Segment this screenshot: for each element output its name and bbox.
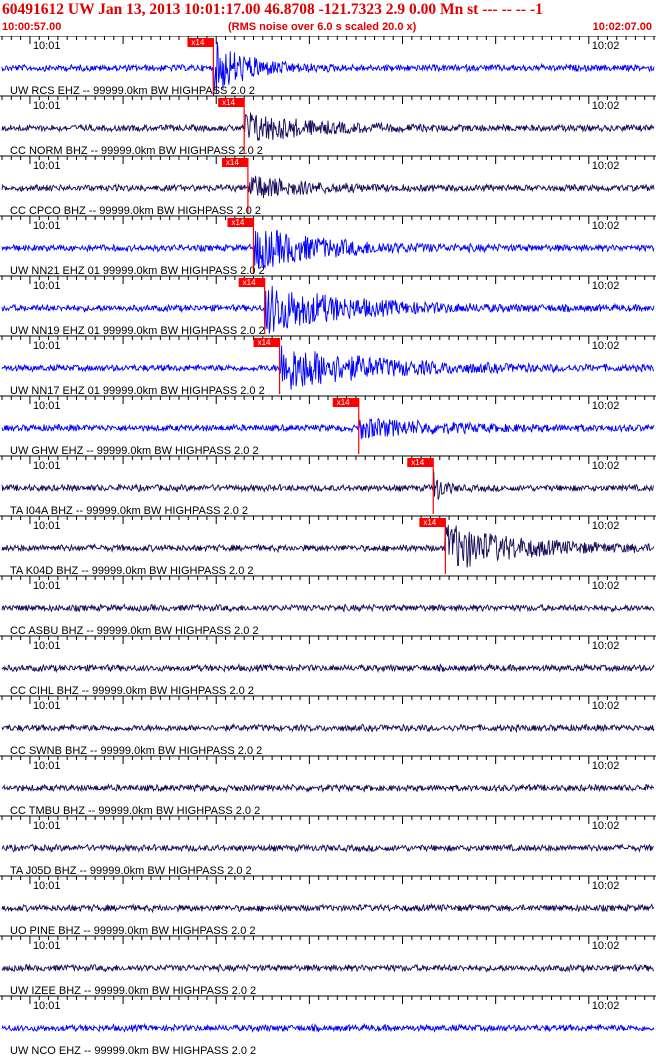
minute-label: 10:01	[33, 880, 61, 892]
minute-label: 10:01	[33, 220, 61, 232]
trace-panel: 10:01 10:02 x14 UW RCS EHZ -- 99999.0km BW …	[0, 35, 656, 97]
minute-label: 10:01	[33, 640, 61, 652]
trace-panel: 10:01 10:02 x14 CC NORM BHZ -- 99999.0km BW…	[0, 95, 656, 157]
waveform-line	[1, 963, 655, 974]
pick-label: x14	[258, 338, 271, 347]
minute-label: 10:02	[592, 460, 620, 472]
station-label: UO PINE BHZ -- 99999.0km BW HIGHPASS 2.0…	[10, 925, 256, 937]
station-label: TA J05D BHZ -- 99999.0km BW HIGHPASS 2.0…	[10, 865, 252, 877]
minute-label: 10:01	[33, 520, 61, 532]
minute-label: 10:02	[592, 940, 620, 952]
station-label: UW RCS EHZ -- 99999.0km BW HIGHPASS 2.0 …	[10, 85, 255, 97]
trace-panel: 10:01 10:02 UW IZEE BHZ -- 99999.0km BW HI…	[0, 935, 656, 997]
trace-panel: 10:01 10:02 x14 UW NN21 EHZ 01 99999.0km BW…	[0, 215, 656, 277]
start-time-label: 10:00:57.00	[2, 21, 62, 33]
trace-panel: 10:01 10:02 UO PINE BHZ -- 99999.0km BW HI…	[0, 875, 656, 937]
station-label: CC TMBU BHZ -- 99999.0km BW HIGHPASS 2.0…	[10, 805, 260, 817]
pick-label: x14	[191, 38, 204, 47]
station-label: UW NCO EHZ -- 99999.0km BW HIGHPASS 2.0 …	[10, 1045, 256, 1057]
minute-label: 10:02	[592, 340, 620, 352]
waveform-line	[1, 722, 655, 734]
waveform-line	[1, 902, 655, 914]
minute-label: 10:01	[33, 160, 61, 172]
minute-label: 10:01	[33, 1000, 61, 1012]
waveform-line	[1, 175, 655, 199]
minute-label: 10:01	[33, 460, 61, 472]
seismogram-plot: 10:01 10:02 x14 UW RCS EHZ -- 99999.0km BW …	[0, 35, 656, 1058]
pick-label: x14	[337, 398, 350, 407]
waveform-line	[1, 842, 654, 854]
station-label: TA K04D BHZ -- 99999.0km BW HIGHPASS 2.0…	[10, 565, 254, 577]
waveform-line	[1, 522, 655, 568]
waveform-line	[1, 662, 655, 674]
event-title: 60491612 UW Jan 13, 2013 10:01:17.00 46.…	[2, 1, 543, 18]
station-label: UW GHW EHZ -- 99999.0km BW HIGHPASS 2.0 …	[10, 445, 259, 457]
minute-label: 10:01	[33, 820, 61, 832]
trace-panel: 10:01 10:02 CC CIHL BHZ -- 99999.0km BW HI…	[0, 635, 656, 697]
trace-panel: 10:01 10:02 x14 TA K04D BHZ -- 99999.0km BW…	[0, 515, 656, 577]
minute-label: 10:02	[592, 580, 620, 592]
waveform-line	[1, 417, 655, 440]
pick-label: x14	[231, 218, 244, 227]
pick-label: x14	[243, 278, 256, 287]
waveform-line	[1, 471, 655, 500]
station-label: CC CPCO BHZ -- 99999.0km BW HIGHPASS 2.0…	[10, 205, 261, 217]
station-label: CC CIHL BHZ -- 99999.0km BW HIGHPASS 2.0…	[10, 685, 254, 697]
minute-label: 10:02	[592, 760, 620, 772]
station-label: CC SWNB BHZ -- 99999.0km BW HIGHPASS 2.0…	[10, 745, 262, 757]
minute-label: 10:01	[33, 400, 61, 412]
station-label: UW IZEE BHZ -- 99999.0km BW HIGHPASS 2.0…	[10, 985, 256, 997]
waveform-line	[1, 230, 655, 269]
trace-panel: 10:01 10:02 x14 UW NN19 EHZ 01 99999.0km BW…	[0, 275, 656, 337]
minute-label: 10:02	[592, 520, 620, 532]
waveform-line	[1, 1022, 655, 1034]
minute-label: 10:02	[592, 160, 620, 172]
minute-label: 10:02	[592, 700, 620, 712]
trace-panel: 10:01 10:02 x14 UW GHW EHZ -- 99999.0km BW …	[0, 395, 656, 457]
waveform-line	[1, 345, 655, 390]
pick-label: x14	[411, 458, 424, 467]
trace-panel: 10:01 10:02 CC TMBU BHZ -- 99999.0km BW HI…	[0, 755, 656, 817]
minute-label: 10:01	[33, 340, 61, 352]
minute-label: 10:02	[592, 220, 620, 232]
pick-label: x14	[423, 518, 436, 527]
trace-panel: 10:01 10:02 x14 TA I04A BHZ -- 99999.0km BW…	[0, 455, 656, 517]
minute-label: 10:02	[592, 100, 620, 112]
station-label: CC ASBU BHZ -- 99999.0km BW HIGHPASS 2.0…	[10, 625, 259, 637]
end-time-label: 10:02:07.00	[592, 21, 652, 33]
minute-label: 10:01	[33, 580, 61, 592]
minute-label: 10:02	[592, 820, 620, 832]
rms-noise-note: (RMS noise over 6.0 s scaled 20.0 x)	[228, 21, 417, 33]
trace-panel: 10:01 10:02 UW NCO EHZ -- 99999.0km BW HIG…	[0, 995, 656, 1057]
pick-label: x14	[222, 98, 235, 107]
trace-panel: 10:01 10:02 TA J05D BHZ -- 99999.0km BW HI…	[0, 815, 656, 877]
seismogram-svg: 10:01 10:02x14UW RCS EHZ -- 99999.0km BW …	[0, 35, 656, 1057]
minute-label: 10:02	[592, 400, 620, 412]
minute-label: 10:01	[33, 100, 61, 112]
minute-label: 10:01	[33, 280, 61, 292]
plot-header: 60491612 UW Jan 13, 2013 10:01:17.00 46.…	[0, 0, 656, 36]
trace-panel: 10:01 10:02 x14 CC CPCO BHZ -- 99999.0km BW…	[0, 155, 656, 217]
minute-label: 10:01	[33, 40, 61, 52]
station-label: UW NN21 EHZ 01 99999.0km BW HIGHPASS 2.0…	[10, 265, 265, 277]
minute-label: 10:01	[33, 700, 61, 712]
trace-panel: 10:01 10:02 x14 UW NN17 EHZ 01 99999.0km BW…	[0, 335, 656, 397]
station-label: TA I04A BHZ -- 99999.0km BW HIGHPASS 2.0…	[10, 505, 248, 517]
minute-label: 10:02	[592, 40, 620, 52]
minute-label: 10:01	[33, 760, 61, 772]
station-label: UW NN19 EHZ 01 99999.0km BW HIGHPASS 2.0…	[10, 325, 265, 337]
waveform-line	[1, 603, 655, 614]
waveform-line	[1, 783, 655, 794]
minute-label: 10:02	[592, 1000, 620, 1012]
minute-label: 10:02	[592, 880, 620, 892]
trace-panel: 10:01 10:02 CC ASBU BHZ -- 99999.0km BW HI…	[0, 575, 656, 637]
minute-label: 10:01	[33, 940, 61, 952]
station-label: UW NN17 EHZ 01 99999.0km BW HIGHPASS 2.0…	[10, 385, 265, 397]
minute-label: 10:02	[592, 640, 620, 652]
waveform-line	[1, 112, 655, 141]
trace-panel: 10:01 10:02 CC SWNB BHZ -- 99999.0km BW HI…	[0, 695, 656, 757]
minute-label: 10:02	[592, 280, 620, 292]
station-label: CC NORM BHZ -- 99999.0km BW HIGHPASS 2.0…	[10, 145, 263, 157]
pick-label: x14	[226, 158, 239, 167]
